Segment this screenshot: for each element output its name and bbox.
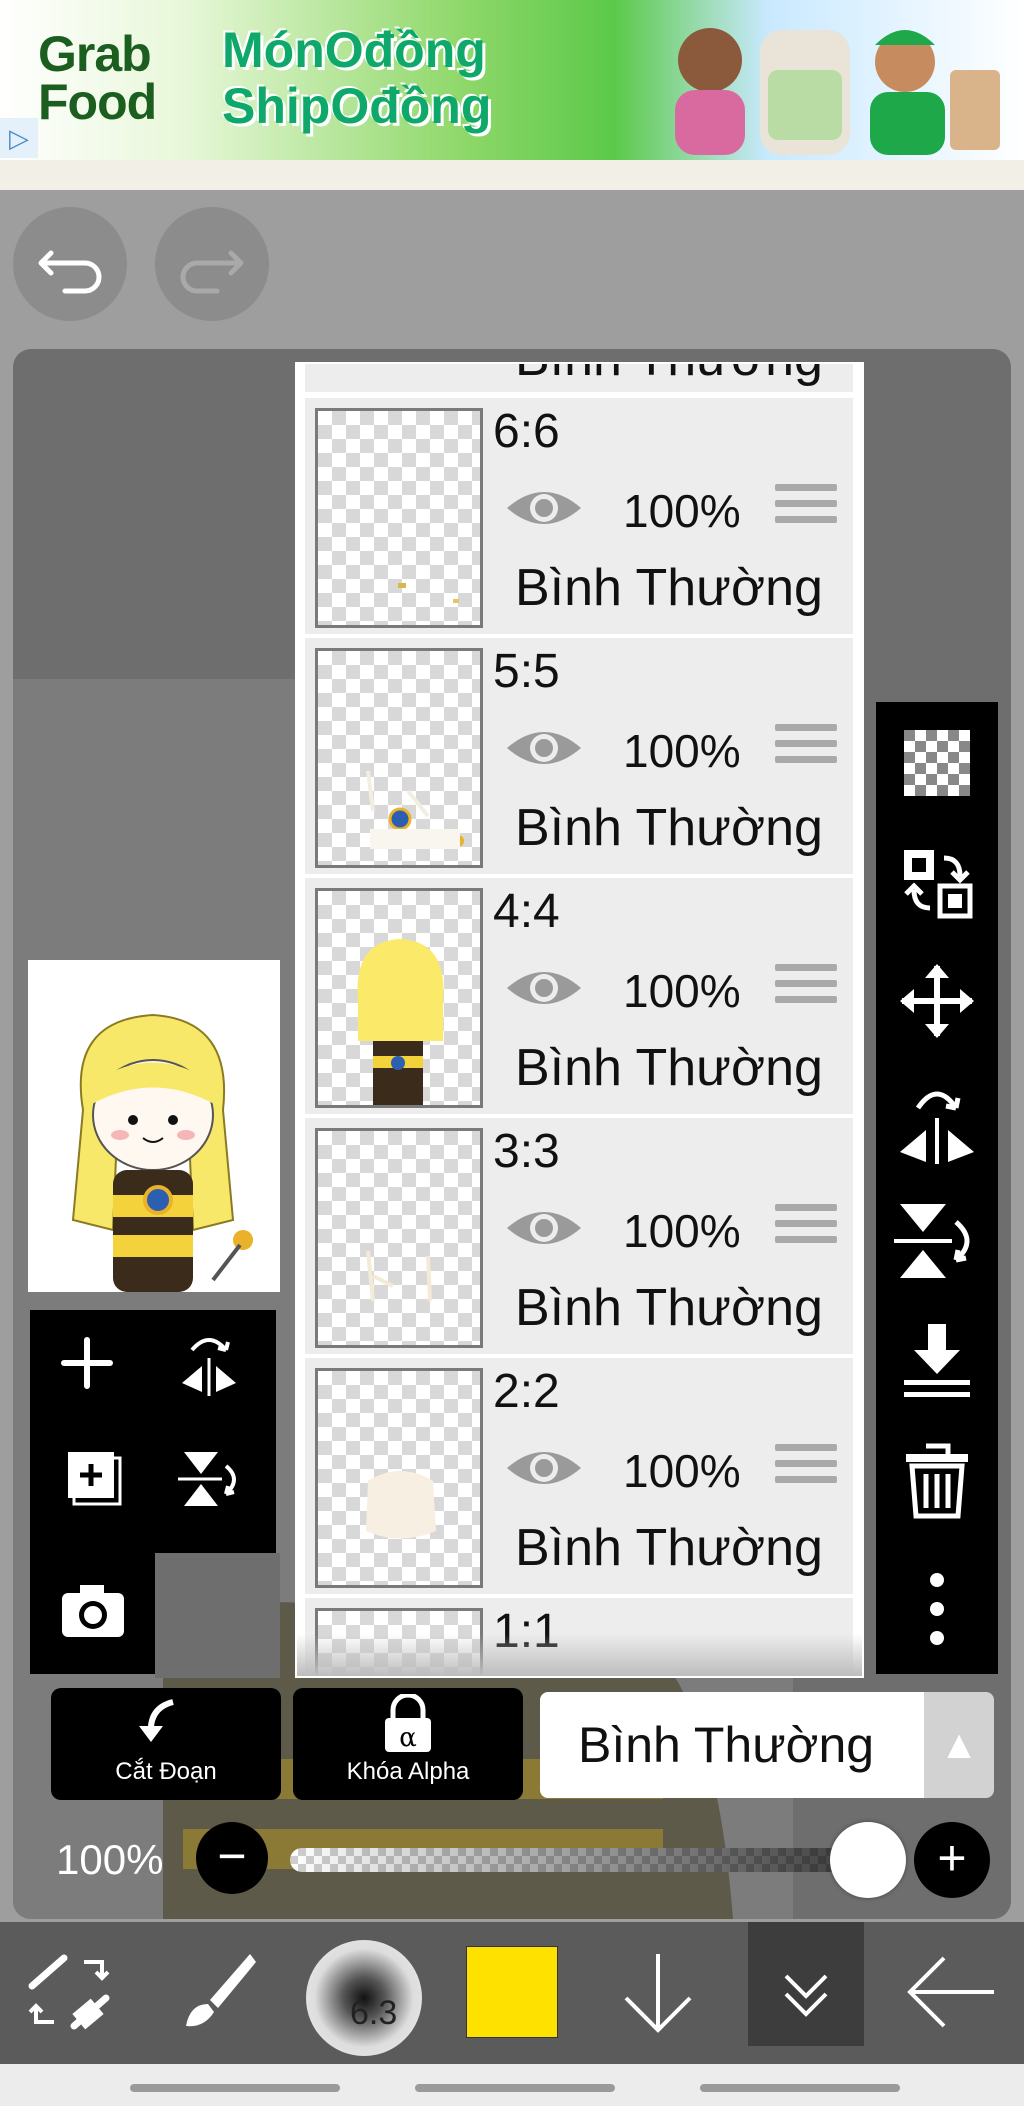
- opacity-slider[interactable]: [290, 1848, 850, 1872]
- blend-mode-arrow-icon[interactable]: ▲: [924, 1692, 994, 1798]
- clipping-button[interactable]: Cắt Đoạn: [51, 1688, 281, 1800]
- blend-mode-select[interactable]: Bình Thường: [540, 1692, 924, 1798]
- layer-item[interactable]: 2:2 100% Bình Thường: [305, 1358, 853, 1597]
- ad-brand: Grab Food: [38, 26, 157, 130]
- layer-item[interactable]: 4:4 100% Bình Thường: [305, 878, 853, 1117]
- ad-divider: [0, 160, 1024, 190]
- merge-down-icon[interactable]: [890, 1314, 984, 1408]
- alpha-lock-label: Khóa Alpha: [346, 1758, 470, 1785]
- layer-item[interactable]: 5:5 100% Bình Thường: [305, 638, 853, 877]
- back-arrow-icon[interactable]: [900, 1946, 1000, 2038]
- drag-handle-icon[interactable]: [775, 724, 837, 776]
- layer-blend-mode: Bình Thường: [515, 1039, 823, 1097]
- opacity-increase-button[interactable]: +: [914, 1822, 990, 1898]
- layer-name: 6:6: [493, 405, 560, 458]
- layer-opacity: 100%: [623, 725, 741, 777]
- svg-text:α: α: [399, 1723, 417, 1753]
- redo-button[interactable]: [155, 207, 269, 321]
- canvas-preview-thumbnail[interactable]: [28, 960, 280, 1292]
- eye-icon[interactable]: [503, 1202, 585, 1254]
- layer-thumbnail: [315, 1128, 483, 1348]
- trash-icon[interactable]: [890, 1432, 984, 1526]
- transform-tool-icon[interactable]: [24, 1946, 116, 2038]
- layer-thumbnail: [315, 408, 483, 628]
- layer-opacity: 100%: [623, 965, 741, 1017]
- brush-size-value: 6.3: [350, 1994, 398, 2032]
- layer-item[interactable]: 6:6 100% Bình Thường: [305, 398, 853, 637]
- flip-vertical-rotate-icon[interactable]: [890, 1194, 984, 1288]
- drag-handle-icon[interactable]: [775, 484, 837, 536]
- opacity-decrease-button[interactable]: −: [196, 1822, 268, 1894]
- nav-pill[interactable]: [700, 2084, 900, 2092]
- layer-thumbnail: [315, 1368, 483, 1588]
- alpha-lock-button[interactable]: α Khóa Alpha: [293, 1688, 523, 1800]
- ad-choices-icon[interactable]: ▷: [0, 118, 38, 158]
- drag-handle-icon[interactable]: [775, 1444, 837, 1496]
- layer-blend-mode: Bình Thường: [515, 364, 823, 388]
- canvas-gap: [155, 1553, 280, 1678]
- character-image: [71, 1013, 253, 1292]
- duplicate-layer-icon[interactable]: [60, 1444, 130, 1514]
- layer-opacity: 100%: [623, 1445, 741, 1497]
- double-chevron-down-icon: [784, 1974, 828, 2017]
- layer-name: 3:3: [493, 1125, 560, 1178]
- redo-icon: [180, 250, 244, 294]
- layer-opacity: 100%: [623, 1205, 741, 1257]
- eye-icon[interactable]: [503, 482, 585, 534]
- nav-pill[interactable]: [130, 2084, 340, 2092]
- eye-icon[interactable]: [503, 722, 585, 774]
- layer-name: 4:4: [493, 885, 560, 938]
- layer-name: 2:2: [493, 1365, 560, 1418]
- layer-blend-mode: Bình Thường: [515, 1519, 823, 1577]
- opacity-value: 100%: [56, 1836, 164, 1883]
- move-icon[interactable]: [890, 954, 984, 1048]
- flip-rotate-icon[interactable]: [890, 1074, 984, 1168]
- more-icon[interactable]: [890, 1562, 984, 1656]
- eye-icon[interactable]: [503, 1442, 585, 1494]
- layer-blend-mode: Bình Thường: [515, 799, 823, 857]
- eye-icon[interactable]: [503, 962, 585, 1014]
- layer-item[interactable]: 3:3 100% Bình Thường: [305, 1118, 853, 1357]
- ad-slogan: MónOđồng ShipOđồng: [222, 22, 492, 134]
- layer-blend-mode: Bình Thường: [515, 559, 823, 617]
- collapse-panel-button[interactable]: [748, 1922, 864, 2046]
- lock-icon: α: [385, 1694, 431, 1753]
- camera-icon[interactable]: [58, 1575, 128, 1645]
- transparent-icon[interactable]: [890, 716, 984, 810]
- ad-image: [675, 28, 1000, 155]
- flip-horizontal-icon[interactable]: [174, 1328, 244, 1398]
- layer-blend-mode: Bình Thường: [515, 1279, 823, 1337]
- right-tool-panel: [876, 702, 998, 1674]
- layer-name: 5:5: [493, 645, 560, 698]
- nav-pill[interactable]: [415, 2084, 615, 2092]
- drag-handle-icon[interactable]: [775, 1204, 837, 1256]
- layer-opacity: 100%: [623, 485, 741, 537]
- blend-mode-value: Bình Thường: [578, 1717, 875, 1773]
- arrow-down-icon[interactable]: [612, 1946, 704, 2038]
- layer-thumbnail: [315, 888, 483, 1108]
- layer-thumbnail: [315, 648, 483, 868]
- flip-vertical-icon[interactable]: [174, 1444, 244, 1514]
- swap-icon[interactable]: [890, 836, 984, 930]
- system-nav-bar: [0, 2064, 1024, 2106]
- clipping-icon: [139, 1699, 174, 1742]
- ad-banner[interactable]: Grab Food MónOđồng ShipOđồng ▷: [0, 0, 1024, 160]
- clipping-label: Cắt Đoạn: [115, 1758, 217, 1785]
- undo-icon: [38, 250, 102, 294]
- brush-tool-icon[interactable]: [170, 1946, 262, 2038]
- layer-item-partial[interactable]: Bình Thường: [305, 364, 853, 395]
- opacity-slider-thumb[interactable]: [830, 1822, 906, 1898]
- add-layer-icon[interactable]: [52, 1328, 122, 1398]
- color-swatch[interactable]: [466, 1946, 558, 2038]
- list-fade: [297, 1634, 862, 1676]
- layers-panel[interactable]: Bình Thường 6:6 100% Bình Thường 5:5 100…: [295, 362, 864, 1678]
- drag-handle-icon[interactable]: [775, 964, 837, 1016]
- undo-button[interactable]: [13, 207, 127, 321]
